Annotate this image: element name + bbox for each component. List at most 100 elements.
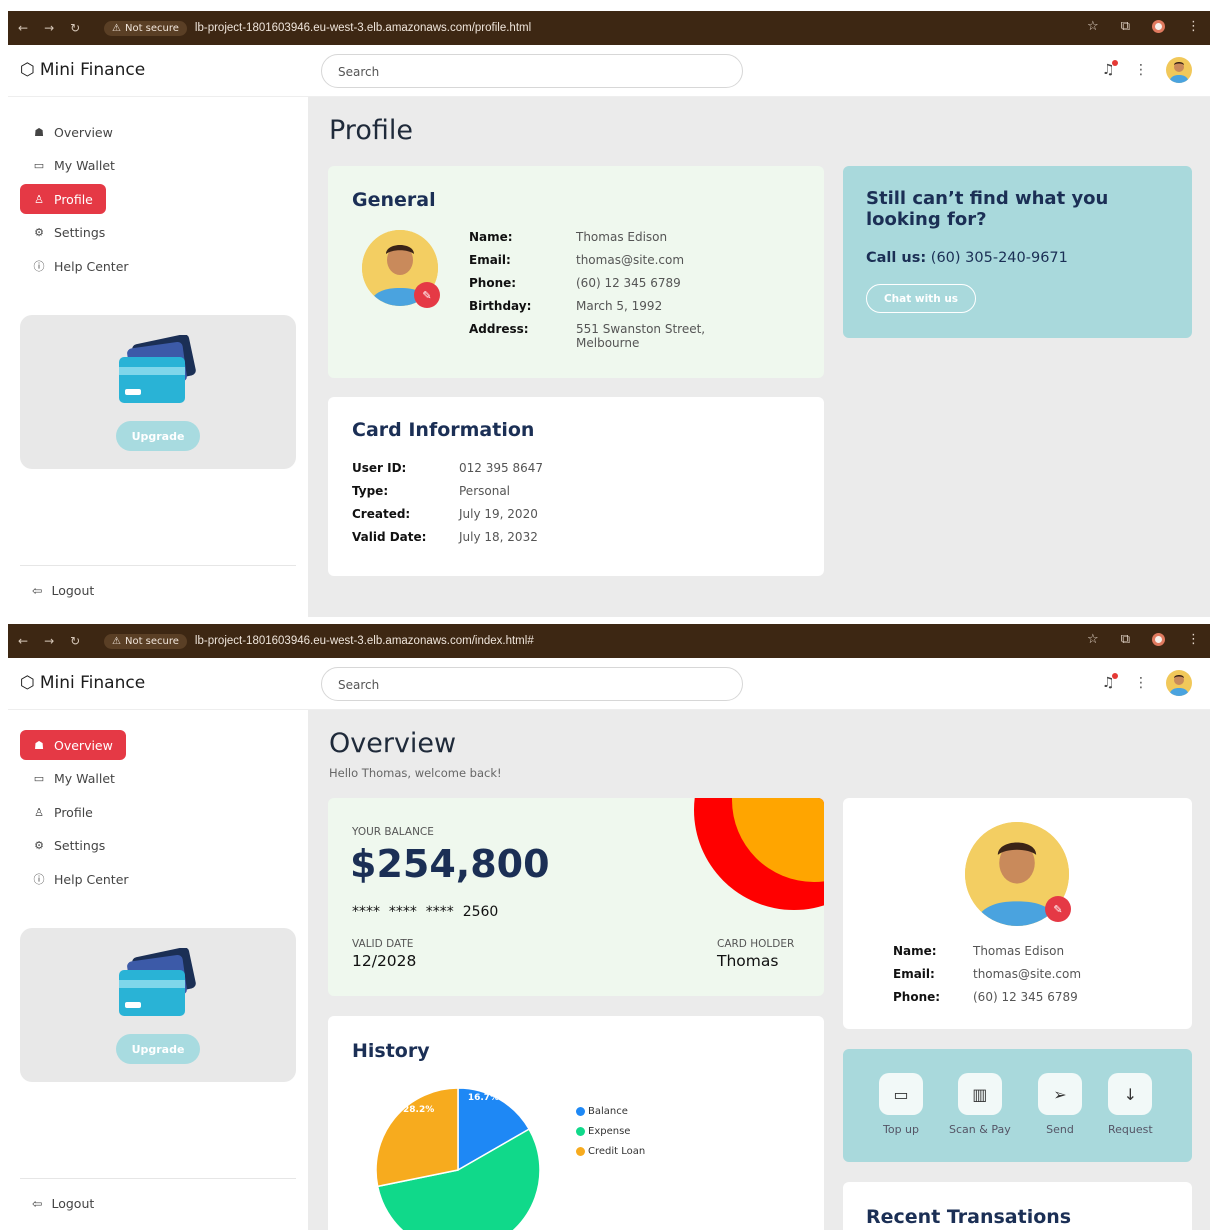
wallet-icon: ▭ [33, 772, 45, 785]
extensions-icon[interactable]: ⧉ [1121, 632, 1130, 647]
history-card: History 16.7% 28.2% Balance Expense Credi… [328, 1016, 824, 1230]
wallet-icon: ▭ [879, 1073, 923, 1115]
avatar[interactable] [1166, 57, 1192, 83]
overview-screenshot: ← → ↻ ⚠ Not secure lb-project-1801603946.eu… [8, 624, 1210, 1230]
card-title: History [352, 1040, 430, 1062]
request-button[interactable]: ↓ Request [1108, 1073, 1153, 1136]
valid-date-value: 12/2028 [352, 952, 417, 970]
legend-item[interactable]: Expense [576, 1126, 645, 1137]
top-up-button[interactable]: ▭ Top up [879, 1073, 923, 1136]
star-icon[interactable]: ☆ [1087, 632, 1099, 647]
user-details: Name: Thomas Edison Email: thomas@site.com… [893, 944, 1082, 1004]
legend-swatch [576, 1147, 585, 1156]
card-information-card: Card Information User ID: 012 395 8647 Ty… [328, 397, 824, 576]
sidebar-item-settings[interactable]: ⚙ Settings [20, 218, 118, 248]
menu-icon[interactable]: ⋮ [1187, 19, 1200, 34]
bell-icon[interactable]: ♫ [1102, 673, 1118, 691]
gear-icon: ⚙ [34, 839, 44, 852]
more-icon[interactable]: ⋮ [1134, 675, 1148, 691]
edit-icon: ✎ [422, 288, 432, 302]
upgrade-button[interactable]: Upgrade [116, 1034, 200, 1064]
back-icon[interactable]: ← [18, 634, 28, 648]
address-bar[interactable]: lb-project-1801603946.eu-west-3.elb.amaz… [195, 635, 534, 647]
address-bar[interactable]: lb-project-1801603946.eu-west-3.elb.amaz… [195, 22, 531, 34]
help-title: Still can’t find what you looking for? [866, 188, 1109, 230]
divider [20, 1178, 296, 1179]
valid-date-label: VALID DATE [352, 938, 414, 950]
sidebar-item-settings[interactable]: ⚙ Settings [20, 831, 118, 861]
notification-dot [1112, 673, 1118, 679]
cube-icon: ⬡ [20, 673, 35, 693]
legend-item[interactable]: Balance [576, 1106, 645, 1117]
notification-dot [1112, 60, 1118, 66]
pie-slice-credit-loan[interactable] [375, 1087, 459, 1188]
card-title: General [352, 189, 436, 211]
card-details: User ID: 012 395 8647 Type: Personal Creat… [352, 461, 543, 544]
user-icon: ♙ [34, 192, 44, 206]
profile-screenshot: ← → ↻ ⚠ Not secure lb-project-1801603946.eu… [8, 11, 1210, 617]
search-input[interactable]: Search [321, 54, 743, 88]
upgrade-button[interactable]: Upgrade [116, 421, 200, 451]
legend-swatch [576, 1107, 585, 1116]
extensions-icon[interactable]: ⧉ [1121, 19, 1130, 34]
profile-photo: ✎ [362, 230, 440, 308]
forward-icon[interactable]: → [44, 21, 54, 35]
app-header: ⬡ Mini Finance Search ♫ ⋮ [8, 45, 1210, 97]
card-holder-label: CARD HOLDER [717, 938, 795, 950]
sidebar-item-my-wallet[interactable]: ▭ My Wallet [20, 151, 128, 181]
not-secure-badge[interactable]: ⚠ Not secure [104, 633, 187, 649]
app-logo[interactable]: ⬡ Mini Finance [20, 60, 145, 80]
balance-card: YOUR BALANCE $254,800 **** **** **** 256… [328, 798, 824, 996]
chart-legend: Balance Expense Credit Loan [576, 1106, 645, 1157]
user-icon: ♙ [34, 805, 44, 819]
star-icon[interactable]: ☆ [1087, 19, 1099, 34]
bell-icon[interactable]: ♫ [1102, 60, 1118, 78]
reload-icon[interactable]: ↻ [70, 634, 80, 648]
sidebar-item-overview[interactable]: ☗ Overview [20, 730, 126, 760]
card-title: Recent Transations [866, 1206, 1072, 1228]
forward-icon[interactable]: → [44, 634, 54, 648]
logout-button[interactable]: ⇦ Logout [32, 1196, 94, 1211]
more-icon[interactable]: ⋮ [1134, 62, 1148, 78]
history-pie-chart: 16.7% 28.2% [375, 1087, 541, 1230]
pie-data-label: 28.2% [403, 1105, 434, 1115]
card-title: Card Information [352, 419, 535, 441]
page-subtitle: Hello Thomas, welcome back! [329, 766, 502, 780]
send-button[interactable]: ➢ Send [1038, 1073, 1082, 1136]
sidebar-item-overview[interactable]: ☗ Overview [20, 117, 126, 147]
logout-button[interactable]: ⇦ Logout [32, 583, 94, 598]
sidebar-item-profile[interactable]: ♙ Profile [20, 184, 106, 214]
gear-icon: ⚙ [34, 226, 44, 239]
app-header: ⬡ Mini Finance Search ♫ ⋮ [8, 658, 1210, 710]
barcode-icon: ▥ [957, 1073, 1002, 1115]
sidebar-item-help-center[interactable]: ⓘ Help Center [20, 864, 142, 894]
send-icon: ➢ [1038, 1073, 1082, 1115]
page-title: Profile [329, 115, 413, 146]
not-secure-badge[interactable]: ⚠ Not secure [104, 20, 187, 36]
profile-photo: ✎ [965, 822, 1071, 926]
page-title: Overview [329, 728, 457, 759]
profile-icon[interactable] [1152, 633, 1165, 646]
menu-icon[interactable]: ⋮ [1187, 632, 1200, 647]
reload-icon[interactable]: ↻ [70, 21, 80, 35]
user-card: ✎ Name: Thomas Edison Email: thomas@site.c… [843, 798, 1192, 1029]
search-input[interactable]: Search [321, 667, 743, 701]
scan-pay-button[interactable]: ▥ Scan & Pay [949, 1073, 1011, 1136]
arrow-down-icon: ↓ [1108, 1073, 1153, 1115]
avatar[interactable] [1166, 670, 1192, 696]
sidebar-item-help-center[interactable]: ⓘ Help Center [20, 251, 142, 281]
browser-bar: ← → ↻ ⚠ Not secure lb-project-1801603946.eu… [8, 624, 1210, 658]
back-icon[interactable]: ← [18, 21, 28, 35]
sidebar-item-profile[interactable]: ♙ Profile [20, 797, 106, 827]
edit-photo-button[interactable]: ✎ [414, 282, 440, 308]
browser-bar: ← → ↻ ⚠ Not secure lb-project-1801603946.eu… [8, 11, 1210, 45]
app-logo[interactable]: ⬡ Mini Finance [20, 673, 145, 693]
card-holder-value: Thomas [717, 952, 779, 970]
upgrade-card: Upgrade [20, 315, 296, 469]
edit-photo-button[interactable]: ✎ [1045, 896, 1071, 922]
sidebar-item-my-wallet[interactable]: ▭ My Wallet [20, 764, 128, 794]
balance-label: YOUR BALANCE [352, 826, 434, 838]
chat-with-us-button[interactable]: Chat with us [866, 284, 976, 313]
profile-icon[interactable] [1152, 20, 1165, 33]
legend-item[interactable]: Credit Loan [576, 1146, 645, 1157]
